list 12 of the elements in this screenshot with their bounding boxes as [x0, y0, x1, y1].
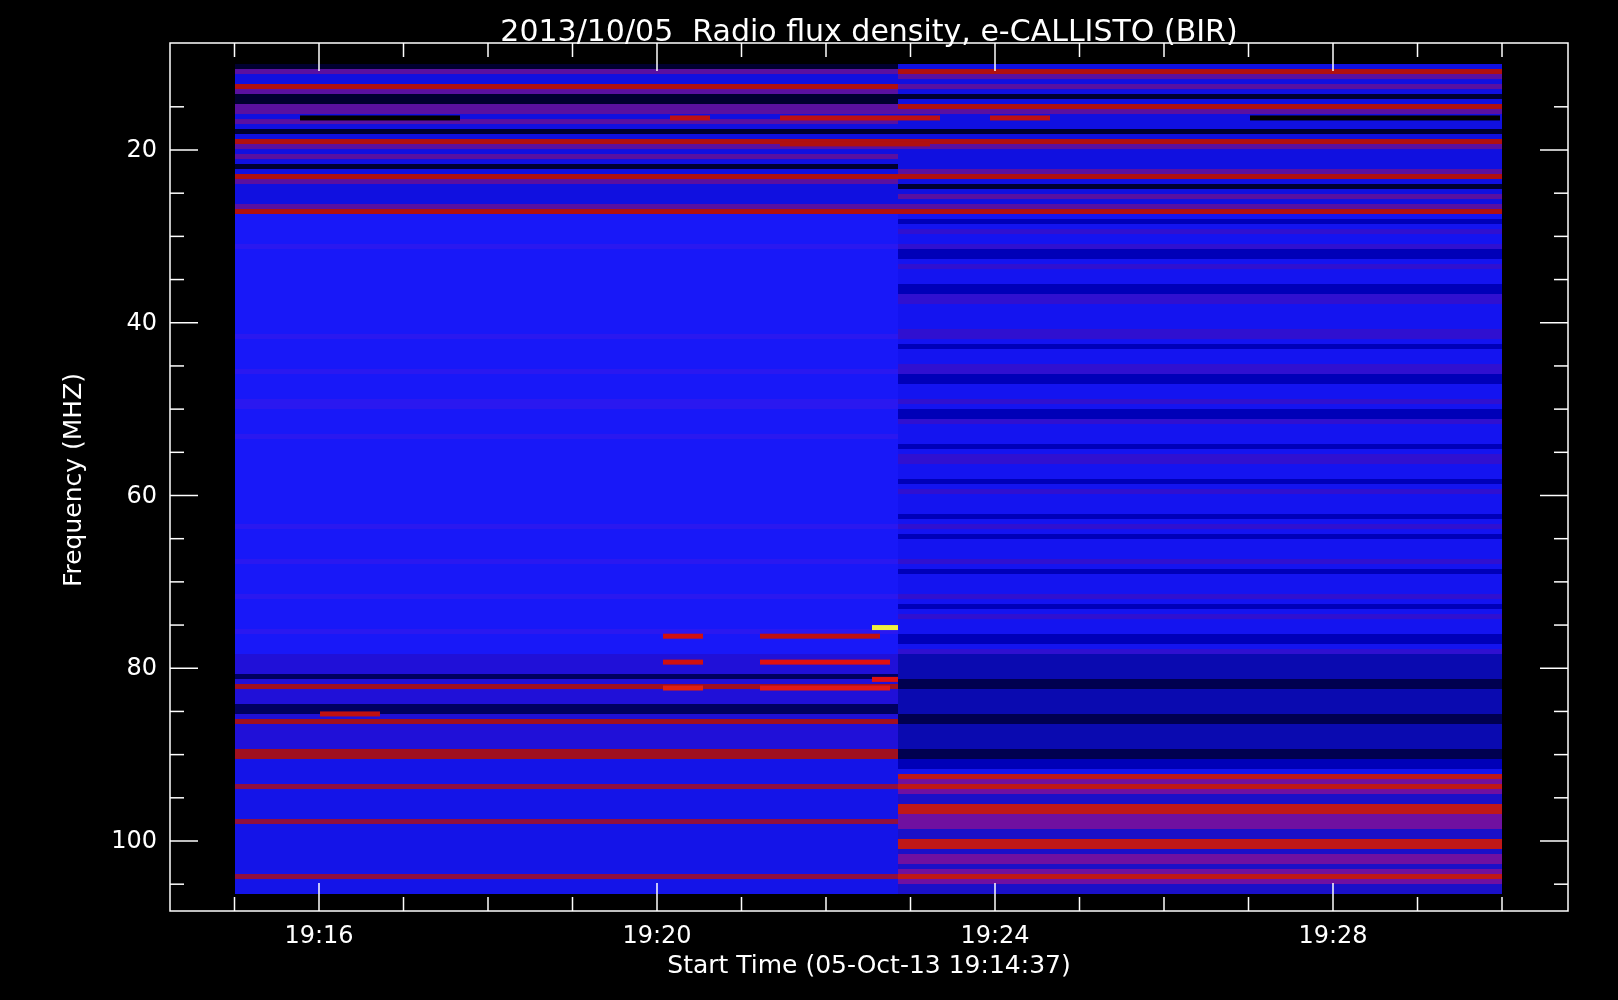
y-axis-label: Frequency (MHZ): [58, 372, 87, 588]
y-tick-label: 20: [126, 135, 157, 163]
y-tick-label: 60: [126, 480, 157, 509]
x-axis-label: Start Time (05-Oct-13 19:14:37): [667, 950, 1071, 979]
x-tick-label: 19:28: [1298, 921, 1368, 949]
y-tick-label: 100: [111, 826, 157, 854]
x-tick-label: 19:24: [960, 921, 1030, 949]
y-tick-label: 80: [126, 653, 157, 682]
x-tick-label: 19:20: [622, 921, 692, 949]
x-tick-label: 19:16: [284, 921, 354, 949]
y-tick-label: 40: [126, 307, 157, 336]
chart-title: 2013/10/05 Radio flux density, e-CALLISTO (BIR): [500, 12, 1238, 48]
